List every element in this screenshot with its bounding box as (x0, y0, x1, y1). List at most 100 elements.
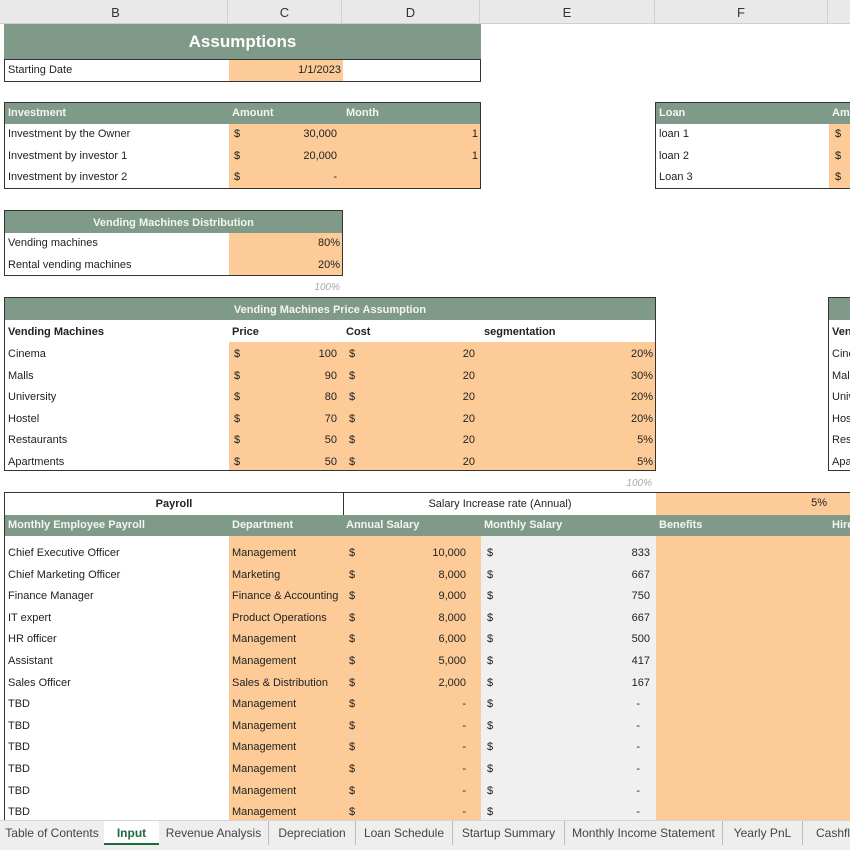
currency-symbol: $ (487, 547, 494, 559)
payroll-annual-salary[interactable]: 2,000 (366, 673, 478, 694)
right-partial-table: Ven Cine Mal Univ Host Rest Apa (828, 297, 850, 471)
cost-value[interactable]: 20 (366, 366, 477, 387)
right-partial-header-bar (829, 298, 850, 320)
currency-symbol: $ (234, 434, 241, 447)
cost-value[interactable]: 20 (366, 344, 477, 365)
payroll-department[interactable]: Management (229, 759, 343, 780)
investment-table: Investment Amount Month Investment by th… (4, 102, 481, 189)
distribution-table: Vending Machines Distribution Vending ma… (4, 210, 343, 276)
payroll-department[interactable]: Product Operations (229, 608, 343, 629)
payroll-annual-salary[interactable]: - (366, 781, 478, 802)
currency-symbol: $ (349, 633, 356, 646)
payroll-monthly-salary: 667 (631, 568, 650, 581)
payroll-annual-salary[interactable]: - (366, 716, 478, 737)
investment-amount[interactable]: 20,000 (251, 146, 339, 167)
segmentation-value[interactable]: 20% (481, 409, 655, 430)
distribution-row-value[interactable]: 20% (229, 254, 342, 275)
column-header-b[interactable]: B (4, 0, 228, 24)
sheet-tab[interactable]: Input (104, 821, 159, 845)
sheet-tab[interactable]: Cashfl (803, 821, 850, 845)
payroll-department[interactable]: Finance & Accounting (229, 586, 343, 607)
payroll-annual-salary[interactable]: - (366, 694, 478, 715)
column-header-bar: B C D E F (0, 0, 850, 24)
payroll-department[interactable]: Marketing (229, 565, 343, 586)
payroll-department[interactable]: Management (229, 651, 343, 672)
starting-date-value[interactable]: 1/1/2023 (229, 60, 343, 81)
price-value[interactable]: 90 (251, 366, 339, 387)
currency-symbol: $ (234, 128, 241, 140)
sheet-tab[interactable]: Table of Contents (0, 821, 104, 845)
loan-row-label: loan 1 (659, 128, 689, 140)
sheet-tab[interactable]: Monthly Income Statement (565, 821, 723, 845)
payroll-role: HR officer (8, 633, 57, 646)
payroll-department[interactable]: Sales & Distribution (229, 673, 343, 694)
column-header-e[interactable]: E (480, 0, 655, 24)
cost-value[interactable]: 20 (366, 387, 477, 408)
currency-symbol: $ (234, 391, 241, 404)
investment-month[interactable]: 1 (343, 124, 480, 145)
sheet-tab[interactable]: Startup Summary (453, 821, 565, 845)
payroll-monthly-salary: - (636, 698, 640, 711)
investment-row-label: Investment by investor 2 (8, 171, 128, 183)
investment-month[interactable] (343, 167, 480, 188)
payroll-header-row: Monthly Employee Payroll Department Annu… (5, 515, 850, 536)
payroll-annual-salary[interactable]: - (366, 737, 478, 758)
payroll-annual-salary[interactable]: 5,000 (366, 651, 478, 672)
currency-symbol: $ (349, 456, 356, 468)
price-value[interactable]: 50 (251, 452, 339, 473)
investment-month[interactable]: 1 (343, 146, 480, 167)
salary-increase-value[interactable]: 5% (656, 493, 831, 515)
price-value[interactable]: 100 (251, 344, 339, 365)
sheet-tab[interactable]: Yearly PnL (723, 821, 803, 845)
assumptions-title: Assumptions (4, 24, 481, 59)
investment-amount[interactable]: - (251, 167, 339, 188)
segmentation-value[interactable]: 30% (481, 366, 655, 387)
currency-symbol: $ (234, 456, 241, 468)
payroll-annual-salary[interactable]: 6,000 (366, 629, 478, 650)
currency-symbol: $ (487, 784, 494, 797)
payroll-annual-salary[interactable]: 9,000 (366, 586, 478, 607)
segmentation-value[interactable]: 20% (481, 344, 655, 365)
distribution-row-value[interactable]: 80% (229, 233, 342, 255)
cost-value[interactable]: 20 (366, 430, 477, 451)
price-value[interactable]: 80 (251, 387, 339, 408)
payroll-role: TBD (8, 719, 30, 732)
currency-symbol: $ (349, 412, 356, 425)
payroll-department[interactable]: Management (229, 737, 343, 758)
payroll-annual-salary[interactable]: 8,000 (366, 565, 478, 586)
starting-date-box: Starting Date 1/1/2023 (4, 59, 481, 82)
payroll-department[interactable]: Management (229, 543, 343, 564)
payroll-monthly-salary: 667 (631, 611, 650, 624)
investment-amount[interactable]: 30,000 (251, 124, 339, 145)
column-header-c[interactable]: C (228, 0, 342, 24)
payroll-annual-salary[interactable]: 10,000 (366, 543, 478, 564)
sheet-tab[interactable]: Depreciation (269, 821, 356, 845)
distribution-row-label: Vending machines (8, 237, 98, 249)
column-header-d[interactable]: D (342, 0, 480, 24)
sheet-tab[interactable]: Loan Schedule (356, 821, 453, 845)
cost-value[interactable]: 20 (366, 452, 477, 473)
segmentation-value[interactable]: 5% (481, 452, 655, 473)
payroll-annual-salary[interactable]: - (366, 759, 478, 780)
payroll-monthly-salary: 500 (631, 633, 650, 646)
payroll-department[interactable]: Management (229, 629, 343, 650)
price-segmentation-total: 100% (626, 478, 652, 489)
price-value[interactable]: 70 (251, 409, 339, 430)
sheet-tab[interactable]: Revenue Analysis (159, 821, 269, 845)
payroll-department[interactable]: Management (229, 694, 343, 715)
segmentation-value[interactable]: 20% (481, 387, 655, 408)
cost-value[interactable]: 20 (366, 409, 477, 430)
column-header-g[interactable] (828, 0, 850, 24)
segmentation-value[interactable]: 5% (481, 430, 655, 451)
column-header-f[interactable]: F (655, 0, 828, 24)
payroll-benefits-area[interactable] (656, 536, 850, 826)
currency-symbol: $ (487, 633, 494, 646)
price-value[interactable]: 50 (251, 430, 339, 451)
right-partial-row-label: Rest (832, 434, 850, 447)
price-table: Vending Machines Price Assumption Vendin… (4, 297, 656, 471)
payroll-department[interactable]: Management (229, 716, 343, 737)
payroll-department[interactable]: Management (229, 781, 343, 802)
currency-symbol: $ (349, 391, 356, 404)
currency-symbol: $ (835, 149, 842, 162)
payroll-annual-salary[interactable]: 8,000 (366, 608, 478, 629)
